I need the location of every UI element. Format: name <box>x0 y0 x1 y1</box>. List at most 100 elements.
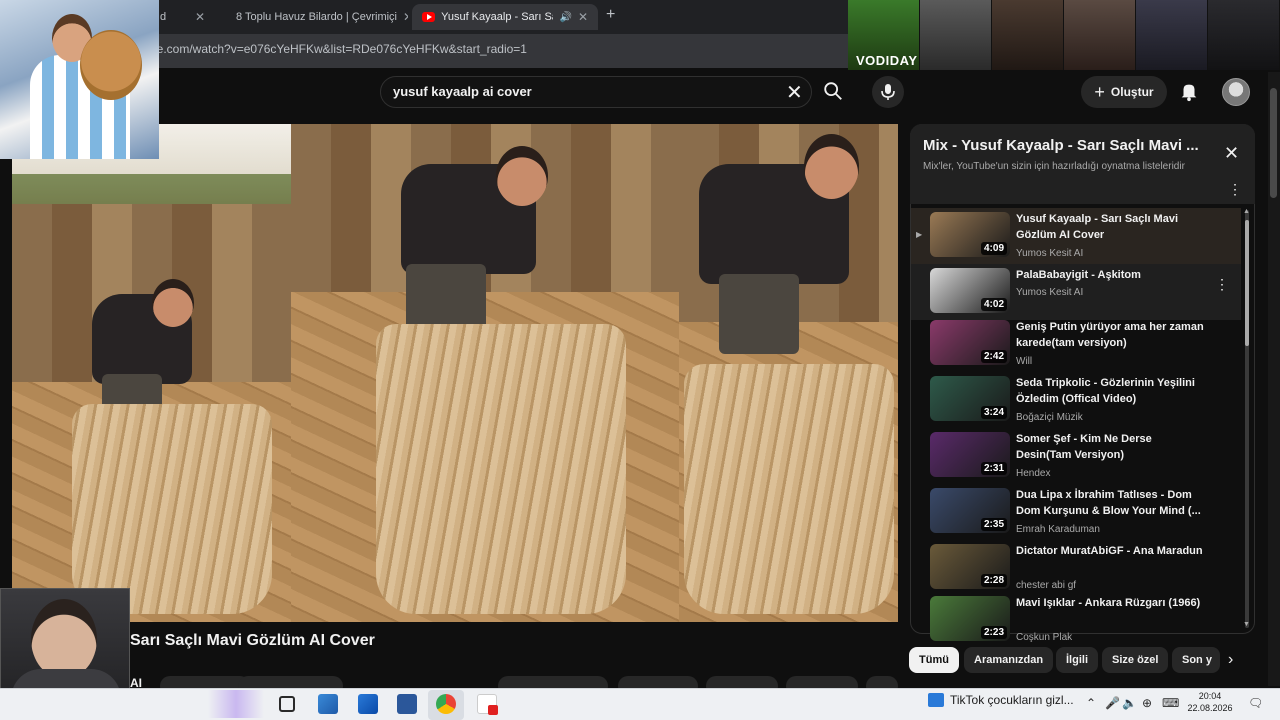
microphone-tray-icon[interactable]: 🎤 <box>1105 696 1120 710</box>
photos-app-icon[interactable] <box>318 694 338 714</box>
playlist-item-thumbnail[interactable]: 3:24 <box>930 376 1010 421</box>
playlist-item[interactable]: 4:02 PalaBabayigit - Aşkitom Yumos Kesit A… <box>911 264 1241 320</box>
close-playlist-button[interactable]: ✕ <box>1224 143 1239 164</box>
video-actions-row: AI <box>130 676 900 688</box>
playlist-item-thumbnail[interactable]: 2:23 <box>930 596 1010 641</box>
playlist-item-thumbnail[interactable]: 2:35 <box>930 488 1010 533</box>
video-duration: 2:31 <box>980 462 1007 475</box>
playlist-title[interactable]: Mix - Yusuf Kayaalp - Sarı Saçlı Mavi ..… <box>923 137 1213 154</box>
filter-chip[interactable]: İlgili <box>1056 647 1098 673</box>
browser-tab-2[interactable]: 8 Toplu Havuz Bilardo | Çevrimiçi ✕ <box>220 4 408 30</box>
clip-button[interactable] <box>786 676 858 688</box>
clock-time: 20:04 <box>1198 691 1222 701</box>
playlist-item-thumbnail[interactable]: 2:28 <box>930 544 1010 589</box>
close-icon[interactable]: ✕ <box>403 10 408 24</box>
network-icon[interactable]: ⊕ <box>1142 696 1152 710</box>
store-app-icon[interactable] <box>358 694 378 714</box>
microphone-icon <box>881 84 895 100</box>
create-button[interactable]: + Oluştur <box>1081 76 1167 108</box>
chevron-up-icon[interactable]: ⌃ <box>1086 696 1096 710</box>
search-query[interactable]: yusuf kayaalp ai cover <box>393 84 532 99</box>
scroll-up-icon[interactable]: ▲ <box>1243 208 1250 215</box>
subscribe-button[interactable] <box>160 676 250 688</box>
more-options-icon[interactable]: ⋮ <box>1215 276 1229 293</box>
search-icon <box>824 82 842 100</box>
clock[interactable]: 20:04 22.08.2026 <box>1186 690 1234 714</box>
news-icon <box>928 693 944 707</box>
playlist-item-thumbnail[interactable]: 2:42 <box>930 320 1010 365</box>
notification-center-icon[interactable]: 🗨 <box>1248 696 1263 710</box>
playlist-item[interactable]: 3:24 Seda Tripkolic - Gözlerinin Yeşilini… <box>911 372 1241 428</box>
url-text[interactable]: be.com/watch?v=e076cYeHFKw&list=RDe076cY… <box>150 42 527 56</box>
share-button[interactable] <box>618 676 698 688</box>
playlist-item-title[interactable]: Seda Tripkolic - Gözlerinin Yeşilini Özl… <box>1016 375 1206 407</box>
playlist-item[interactable]: 2:23 Mavi Işıklar - Ankara Rüzgarı (1966)… <box>911 592 1241 648</box>
word-app-icon[interactable] <box>397 694 417 714</box>
browser-tab-1[interactable]: d ✕ <box>150 4 215 30</box>
clear-search-button[interactable]: ✕ <box>786 80 803 105</box>
filter-chip[interactable]: Aramanızdan <box>964 647 1054 673</box>
notifications-button[interactable] <box>1178 80 1202 104</box>
chrome-app-icon[interactable] <box>436 694 456 714</box>
speaker-icon[interactable]: 🔊 <box>559 12 571 23</box>
playlist-item-channel: Coşkun Plak <box>1016 632 1073 643</box>
join-button[interactable] <box>238 676 343 688</box>
video-frame-middle <box>291 124 679 622</box>
scroll-down-icon[interactable]: ▼ <box>1243 621 1250 628</box>
task-view-icon[interactable] <box>279 696 295 712</box>
like-button[interactable] <box>498 676 608 688</box>
video-duration: 4:02 <box>980 298 1007 311</box>
playlist-item-title[interactable]: Geniş Putin yürüyor ama her zaman karede… <box>1016 319 1206 351</box>
news-notification[interactable]: TikTok çocukların gizl... <box>928 693 1074 707</box>
playlist-item-thumbnail[interactable]: 4:09 <box>930 212 1010 257</box>
browser-tab-3-active[interactable]: Yusuf Kayaalp - Sarı Saçlı M 🔊 ✕ <box>412 4 598 30</box>
playlist-item-title[interactable]: Mavi Işıklar - Ankara Rüzgarı (1966) <box>1016 595 1206 611</box>
playlist-item-title[interactable]: Yusuf Kayaalp - Sarı Saçlı Mavi Gözlüm A… <box>1016 211 1206 243</box>
taskbar-widget[interactable] <box>208 690 264 718</box>
download-button[interactable] <box>706 676 778 688</box>
filter-chip[interactable]: Son y <box>1172 647 1220 673</box>
voice-search-button[interactable] <box>872 76 904 108</box>
bell-icon <box>1181 84 1197 102</box>
playlist-item[interactable]: 2:28 Dictator MuratAbiGF - Ana Maradun che… <box>911 540 1241 596</box>
playlist-item[interactable]: 2:35 Dua Lipa x İbrahim Tatlıses - Dom Do… <box>911 484 1241 540</box>
playlist-item-channel: Yumos Kesit AI <box>1016 248 1084 259</box>
playlist-scrollbar-thumb[interactable] <box>1245 220 1249 346</box>
close-icon[interactable]: ✕ <box>578 10 588 24</box>
close-icon[interactable]: ✕ <box>195 10 205 24</box>
channel-name[interactable]: AI <box>130 676 142 688</box>
streamer-brand-logo: VODIDAY <box>856 53 918 68</box>
playlist-item[interactable]: 2:42 Geniş Putin yürüyor ama her zaman ka… <box>911 316 1241 372</box>
video-duration: 2:28 <box>980 574 1007 587</box>
playlist-item[interactable]: 2:31 Somer Şef - Kim Ne Derse Desin(Tam V… <box>911 428 1241 484</box>
playlist-item-title[interactable]: Dua Lipa x İbrahim Tatlıses - Dom Dom Ku… <box>1016 487 1206 519</box>
account-avatar[interactable] <box>1222 78 1250 106</box>
filter-chip[interactable]: Tümü <box>909 647 959 673</box>
keyboard-icon[interactable]: ⌨ <box>1162 696 1179 710</box>
playlist-item-channel: chester abi gf <box>1016 580 1077 591</box>
page-scrollbar-thumb[interactable] <box>1270 88 1277 198</box>
create-label: Oluştur <box>1110 85 1154 99</box>
new-tab-button[interactable]: + <box>606 6 615 24</box>
playlist-item-channel: Yumos Kesit AI <box>1016 287 1084 298</box>
pdf-app-icon[interactable] <box>477 694 498 715</box>
playlist-item-title[interactable]: PalaBabayigit - Aşkitom <box>1016 267 1206 283</box>
video-duration: 2:42 <box>980 350 1007 363</box>
playlist-item-thumbnail[interactable]: 2:31 <box>930 432 1010 477</box>
playlist-item[interactable]: ▶ 4:09 Yusuf Kayaalp - Sarı Saçlı Mavi Göz… <box>911 208 1241 264</box>
playlist-item-channel: Will <box>1016 356 1033 367</box>
playlist-item-title[interactable]: Somer Şef - Kim Ne Derse Desin(Tam Versi… <box>1016 431 1206 463</box>
search-button[interactable] <box>822 80 848 104</box>
playlist-more-icon[interactable]: ⋮ <box>1228 181 1242 198</box>
more-actions-button[interactable] <box>866 676 898 688</box>
clock-date: 22.08.2026 <box>1187 703 1233 713</box>
video-player[interactable] <box>12 124 898 622</box>
video-frame-right <box>679 124 898 622</box>
playlist-item-channel: Hendex <box>1016 468 1051 479</box>
volume-icon[interactable]: 🔈 <box>1122 696 1137 710</box>
playlist-item-title[interactable]: Dictator MuratAbiGF - Ana Maradun <box>1016 543 1206 559</box>
playlist-item-channel: Boğaziçi Müzik <box>1016 412 1083 423</box>
playlist-item-thumbnail[interactable]: 4:02 <box>930 268 1010 313</box>
filter-chip[interactable]: Size özel <box>1102 647 1169 673</box>
chevron-right-icon[interactable]: › <box>1228 651 1233 669</box>
